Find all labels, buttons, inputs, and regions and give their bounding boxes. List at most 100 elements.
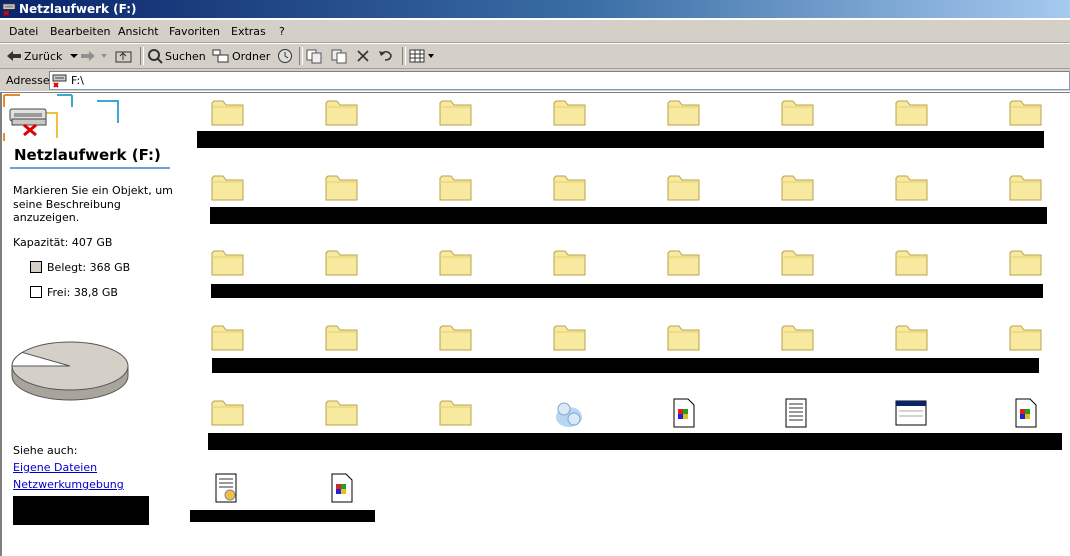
folder-icon[interactable] [324,247,358,279]
folder-icon[interactable] [438,247,472,279]
back-button[interactable]: Zurück [6,48,79,64]
folder-icon[interactable] [666,322,700,354]
pane-divider [10,167,170,169]
folder-icon[interactable] [324,397,358,429]
folder-icon[interactable] [1008,172,1042,204]
folder-icon[interactable] [324,97,358,129]
toolbar-separator [140,47,144,65]
delete-button[interactable] [355,48,371,64]
redacted-block [13,496,149,525]
folder-icon[interactable] [780,322,814,354]
window-app-icon[interactable] [894,397,928,429]
folder-icon[interactable] [438,172,472,204]
chevron-down-icon [428,54,434,58]
media-doc-icon[interactable] [666,397,700,429]
folder-icon[interactable] [210,247,244,279]
back-label: Zurück [24,49,63,63]
folder-icon[interactable] [552,247,586,279]
free-text: Frei: 38,8 GB [47,286,118,299]
back-arrow-icon [7,51,21,61]
forward-arrow-icon [81,51,95,61]
folder-icon[interactable] [324,322,358,354]
folders-label: Ordner [232,49,271,63]
folder-icon[interactable] [780,97,814,129]
search-icon [148,49,163,64]
media-doc-icon[interactable] [1008,397,1042,429]
toolbar: Zurück Suchen Ordner [0,44,1070,69]
folder-icon[interactable] [324,172,358,204]
redacted-filenames [208,433,1062,450]
free-swatch [30,286,42,298]
folder-icon[interactable] [1008,322,1042,354]
folder-icon[interactable] [210,172,244,204]
link-eigene-dateien[interactable]: Eigene Dateien [13,461,97,474]
folder-icon[interactable] [438,397,472,429]
window-title: Netzlaufwerk (F:) [19,2,137,16]
menu-bar: Datei Bearbeiten Ansicht Favoriten Extra… [0,20,1070,43]
up-folder-icon [115,51,132,63]
menu-ansicht[interactable]: Ansicht [118,25,159,38]
used-swatch [30,261,42,273]
hint-line-1: Markieren Sie ein Objekt, um [13,184,173,197]
folder-icon[interactable] [894,172,928,204]
folder-icon[interactable] [666,172,700,204]
network-drive-banner-icon [3,94,119,141]
folder-icon[interactable] [438,322,472,354]
network-drive-app-icon[interactable] [552,397,586,429]
folders-button[interactable]: Ordner [212,48,270,64]
undo-icon [379,51,392,61]
see-also-label: Siehe auch: [13,444,78,457]
folder-icon[interactable] [438,97,472,129]
usage-pie-chart [11,341,129,401]
folders-icon [212,49,229,63]
folder-icon[interactable] [552,97,586,129]
capacity-text: Kapazität: 407 GB [13,236,113,249]
folder-icon[interactable] [210,97,244,129]
up-folder-button[interactable] [115,48,133,64]
forward-button[interactable] [80,48,108,64]
delete-icon [357,50,369,62]
folder-icon[interactable] [552,322,586,354]
settings-doc-icon[interactable] [210,472,244,504]
redacted-filenames [211,284,1043,298]
folder-icon[interactable] [552,172,586,204]
copy-to-button[interactable] [330,48,348,64]
move-to-button[interactable] [305,48,323,64]
history-icon [278,49,292,63]
chevron-down-icon [70,54,79,58]
menu-datei[interactable]: Datei [9,25,38,38]
folder-icon[interactable] [894,322,928,354]
folder-icon[interactable] [894,97,928,129]
views-button[interactable] [409,48,435,64]
address-value: F:\ [71,74,84,87]
text-doc-icon[interactable] [780,397,814,429]
title-bar[interactable]: Netzlaufwerk (F:) [0,0,1070,18]
folder-icon[interactable] [894,247,928,279]
link-netzwerkumgebung[interactable]: Netzwerkumgebung [13,478,124,491]
menu-favoriten[interactable]: Favoriten [169,25,220,38]
media-doc-icon[interactable] [324,472,358,504]
search-label: Suchen [165,49,206,63]
folder-icon[interactable] [1008,247,1042,279]
folder-icon[interactable] [1008,97,1042,129]
menu-extras[interactable]: Extras [231,25,266,38]
search-button[interactable]: Suchen [147,48,206,64]
menu-help[interactable]: ? [279,25,285,38]
redacted-filenames [197,131,1044,148]
folder-icon[interactable] [210,397,244,429]
folder-icon[interactable] [666,97,700,129]
address-input[interactable]: F:\ [49,71,1070,90]
menu-bearbeiten[interactable]: Bearbeiten [50,25,110,38]
folder-icon[interactable] [780,172,814,204]
used-text: Belegt: 368 GB [47,261,131,274]
history-button[interactable] [276,48,294,64]
views-grid-icon [409,49,425,63]
folder-icon[interactable] [666,247,700,279]
folder-icon[interactable] [780,247,814,279]
toolbar-separator [402,47,406,65]
address-bar: Adresse F:\ [0,69,1070,91]
redacted-filenames [210,207,1047,224]
undo-button[interactable] [377,48,395,64]
folder-icon[interactable] [210,322,244,354]
details-pane: Netzlaufwerk (F:) Markieren Sie ein Obje… [2,93,188,556]
